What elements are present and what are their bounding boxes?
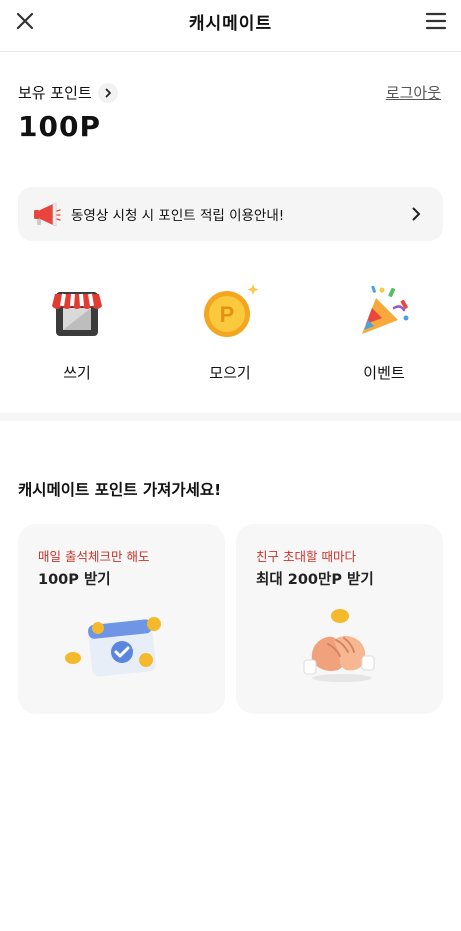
- coin-icon: P: [204, 284, 259, 337]
- quick-menu-label: 이벤트: [363, 364, 405, 382]
- quick-menu-use[interactable]: 쓰기: [17, 282, 137, 383]
- quick-menu-label: 쓰기: [63, 364, 91, 382]
- chevron-right-icon: [412, 207, 420, 221]
- points-label-link[interactable]: 보유 포인트: [18, 82, 118, 103]
- invite-friend-card[interactable]: 친구 초대할 때마다 최대 200만P 받기: [236, 524, 443, 714]
- notice-banner[interactable]: 동영상 시청 시 포인트 적립 이용안내!: [18, 187, 443, 241]
- handshake-icon: [303, 609, 375, 682]
- hamburger-menu-icon[interactable]: [424, 11, 448, 31]
- quick-menu-event[interactable]: 이벤트: [324, 282, 444, 383]
- calendar-check-icon: [65, 617, 161, 677]
- notice-text: 동영상 시청 시 포인트 적립 이용안내!: [71, 208, 285, 224]
- app-header: 캐시메이트: [0, 0, 461, 52]
- quick-menu-collect[interactable]: P 모으기: [170, 282, 290, 383]
- section-title: 캐시메이트 포인트 가져가세요!: [18, 481, 222, 499]
- section-divider: [0, 413, 461, 421]
- svg-text:P: P: [220, 302, 235, 327]
- logout-link[interactable]: 로그아웃: [386, 82, 441, 103]
- party-popper-icon: [362, 285, 409, 334]
- points-label: 보유 포인트: [18, 84, 92, 102]
- page-title: 캐시메이트: [188, 14, 273, 34]
- attendance-card[interactable]: 매일 출석체크만 해도 100P 받기: [18, 524, 225, 714]
- store-icon: [52, 292, 102, 336]
- card-title: 최대 200만P 받기: [256, 572, 374, 588]
- chevron-right-icon: [97, 82, 118, 103]
- points-value: 100P: [18, 110, 101, 143]
- card-subtitle: 친구 초대할 때마다: [256, 549, 356, 564]
- card-subtitle: 매일 출석체크만 해도: [38, 549, 150, 564]
- megaphone-icon: [34, 202, 61, 227]
- card-title: 100P 받기: [38, 572, 111, 588]
- quick-menu-label: 모으기: [209, 364, 251, 382]
